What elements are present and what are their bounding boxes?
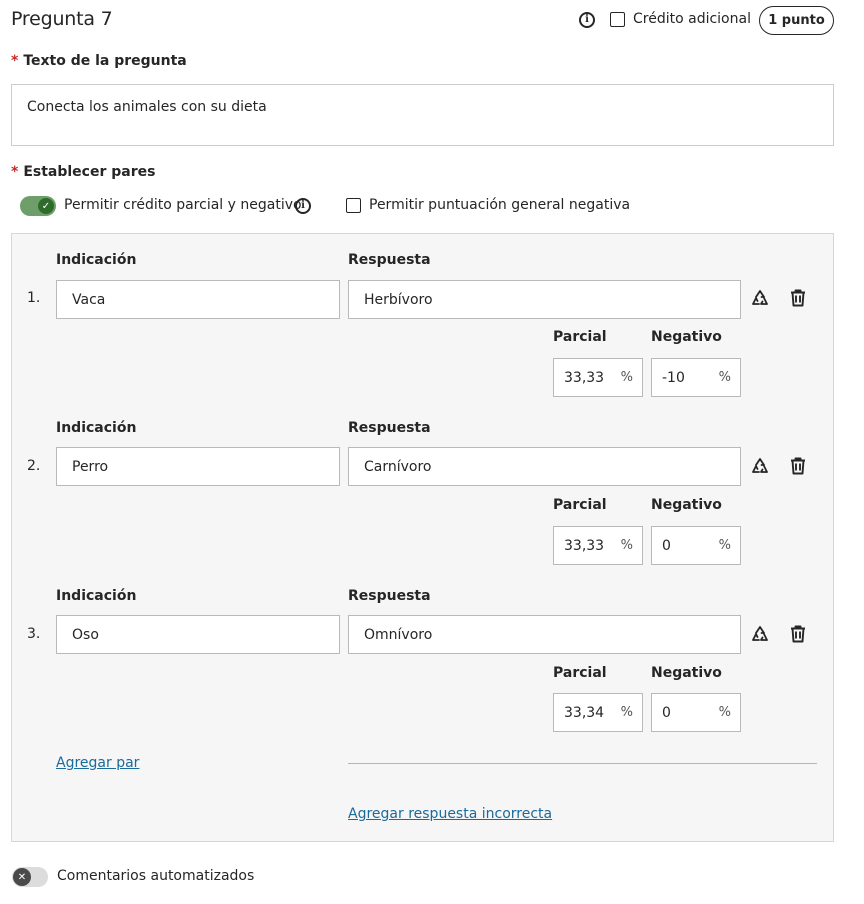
recycle-icon[interactable] <box>751 289 769 307</box>
question-title: Pregunta 7 <box>11 8 113 30</box>
recycle-icon[interactable] <box>751 625 769 643</box>
add-wrong-answer-link[interactable]: Agregar respuesta incorrecta <box>348 806 552 822</box>
feedback-label: Comentarios automatizados <box>57 868 255 884</box>
pair-number: 3. <box>27 626 41 642</box>
partial-value: 33,33 <box>564 369 605 386</box>
trash-icon[interactable] <box>789 457 807 475</box>
check-icon: ✓ <box>38 198 54 214</box>
divider <box>348 763 817 764</box>
pairs-label: * Establecer pares <box>11 164 155 180</box>
pairs-label-text: Establecer pares <box>23 164 156 180</box>
add-pair-link[interactable]: Agregar par <box>56 755 139 771</box>
negative-score-checkbox[interactable] <box>346 198 361 213</box>
partial-header: Parcial <box>553 497 607 513</box>
extra-credit-checkbox[interactable] <box>610 12 625 27</box>
prompt-input[interactable]: Vaca <box>56 280 340 319</box>
partial-credit-toggle[interactable]: ✓ <box>20 196 56 216</box>
partial-header: Parcial <box>553 665 607 681</box>
answer-header: Respuesta <box>348 420 431 436</box>
negative-score-label: Permitir puntuación general negativa <box>369 197 631 213</box>
percent-symbol: % <box>718 538 731 553</box>
question-text-label-text: Texto de la pregunta <box>23 53 187 69</box>
negative-header: Negativo <box>651 497 722 513</box>
partial-value: 33,33 <box>564 537 605 554</box>
prompt-header: Indicación <box>56 252 137 268</box>
negative-input[interactable]: 0% <box>651 526 741 565</box>
partial-value: 33,34 <box>564 704 605 721</box>
percent-symbol: % <box>620 370 633 385</box>
close-icon: ✕ <box>13 868 31 886</box>
question-text-field[interactable]: Conecta los animales con su dieta <box>11 84 834 146</box>
prompt-input[interactable]: Perro <box>56 447 340 486</box>
answer-input[interactable]: Carnívoro <box>348 447 741 486</box>
info-icon[interactable]: i <box>295 198 311 214</box>
prompt-input[interactable]: Oso <box>56 615 340 654</box>
points-button[interactable]: 1 punto <box>759 6 834 35</box>
feedback-toggle[interactable]: ✕ <box>12 867 48 887</box>
recycle-icon[interactable] <box>751 457 769 475</box>
required-marker: * <box>11 53 19 69</box>
partial-credit-label: Permitir crédito parcial y negativo <box>64 197 302 213</box>
answer-input[interactable]: Omnívoro <box>348 615 741 654</box>
question-text-label: * Texto de la pregunta <box>11 53 187 69</box>
pair-number: 1. <box>27 290 41 306</box>
percent-symbol: % <box>718 705 731 720</box>
negative-value: 0 <box>662 537 671 554</box>
partial-input[interactable]: 33,33% <box>553 526 643 565</box>
info-icon[interactable]: i <box>579 12 595 28</box>
prompt-header: Indicación <box>56 420 137 436</box>
percent-symbol: % <box>718 370 731 385</box>
pair-number: 2. <box>27 458 41 474</box>
negative-header: Negativo <box>651 665 722 681</box>
negative-value: 0 <box>662 704 671 721</box>
percent-symbol: % <box>620 538 633 553</box>
partial-input[interactable]: 33,33% <box>553 358 643 397</box>
negative-input[interactable]: -10% <box>651 358 741 397</box>
partial-header: Parcial <box>553 329 607 345</box>
prompt-header: Indicación <box>56 588 137 604</box>
trash-icon[interactable] <box>789 289 807 307</box>
negative-input[interactable]: 0% <box>651 693 741 732</box>
required-marker: * <box>11 164 19 180</box>
answer-header: Respuesta <box>348 588 431 604</box>
percent-symbol: % <box>620 705 633 720</box>
extra-credit-label: Crédito adicional <box>633 11 751 27</box>
answer-input[interactable]: Herbívoro <box>348 280 741 319</box>
negative-value: -10 <box>662 369 685 386</box>
negative-header: Negativo <box>651 329 722 345</box>
partial-input[interactable]: 33,34% <box>553 693 643 732</box>
answer-header: Respuesta <box>348 252 431 268</box>
trash-icon[interactable] <box>789 625 807 643</box>
